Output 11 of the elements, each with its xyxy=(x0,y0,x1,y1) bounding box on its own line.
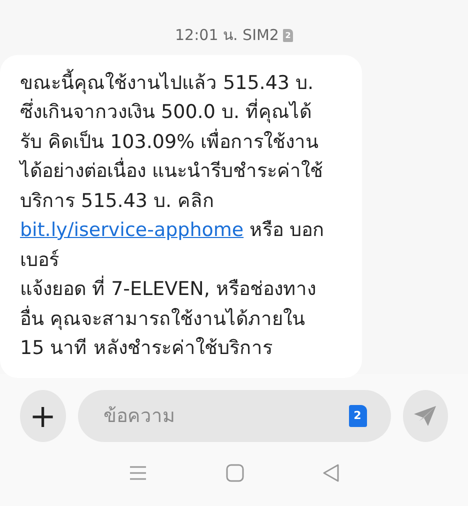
message-link[interactable]: bit.ly/iservice-apphome xyxy=(20,219,244,241)
message-text: ขณะนี้คุณใช้งานไปแล้ว 515.43 บ. ซึ่งเกินจากวงเงิน 500.0 บ. ที่คุณได้ รับ คิดเป็น 103.09% เพื่อการใช้งาน ได้อย่างต่อเนื่อง แนะนำรีบชำระค่าใช้ บริการ 515.43 บ. คลิก bit.ly/iservice-apphome หรือ บอกเบอร์ แจ้งยอด ที่ 7-ELEVEN, หรือช่องทาง อื่น คุณจะสามารถใช้งานได้ภายใน 15 นาที หลังชำระค่าใช้บริการ xyxy=(0,54,362,378)
back-icon[interactable] xyxy=(322,464,339,482)
message-input-field[interactable]: ข้อความ 2 xyxy=(78,390,390,442)
message-timestamp: 12:01 น. SIM2 xyxy=(175,25,279,46)
sim-badge-icon: 2 xyxy=(282,28,293,42)
add-button[interactable]: + xyxy=(20,390,66,442)
home-icon[interactable] xyxy=(226,464,244,482)
menu-icon[interactable] xyxy=(129,465,148,481)
sim-selector-icon[interactable]: 2 xyxy=(348,405,366,427)
send-icon xyxy=(413,405,438,427)
